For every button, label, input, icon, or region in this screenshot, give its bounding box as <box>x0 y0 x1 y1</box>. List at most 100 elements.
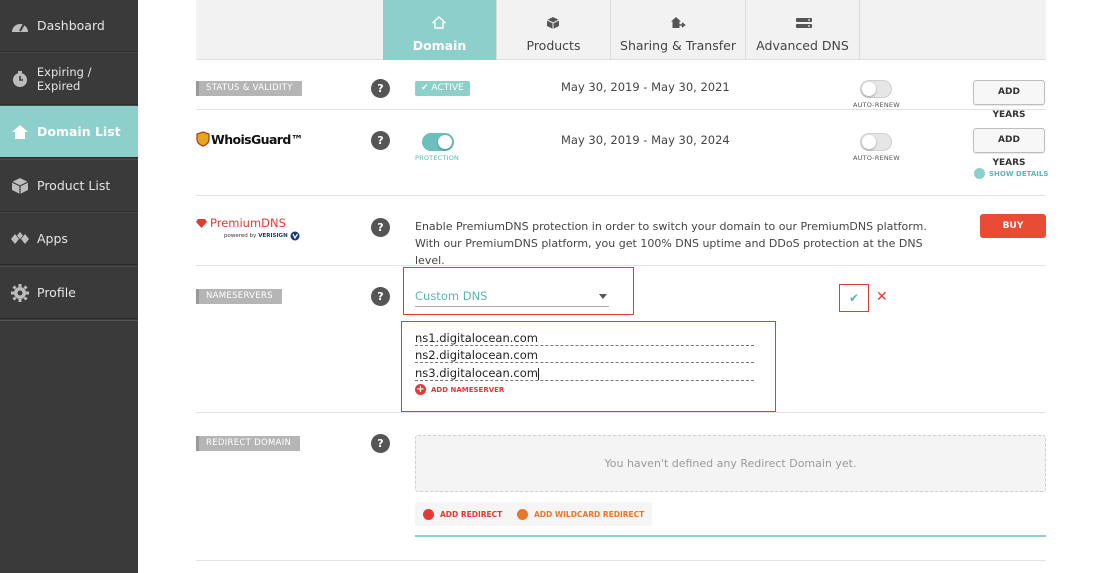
tab-label: Advanced DNS <box>756 37 849 53</box>
row-divider <box>196 265 1046 266</box>
help-icon[interactable]: ? <box>371 218 390 237</box>
sidebar-item-domain-list[interactable]: Domain List <box>0 105 146 158</box>
home-icon <box>9 121 31 143</box>
status-badge-text: ACTIVE <box>431 83 464 93</box>
protection-caption: PROTECTION <box>415 154 460 162</box>
plus-circle-icon: + <box>415 384 426 395</box>
domain-validity-dates: May 30, 2019 - May 30, 2021 <box>561 80 730 94</box>
server-icon <box>795 16 812 32</box>
description-line: Enable PremiumDNS protection in order to… <box>415 220 927 233</box>
tab-label: Sharing & Transfer <box>620 37 736 53</box>
check-icon: ✔ <box>848 291 860 305</box>
sidebar-item-expiring[interactable]: Expiring / Expired <box>0 52 138 105</box>
nameserver-type-select[interactable]: Custom DNS <box>415 289 609 307</box>
tab-domain[interactable]: Domain <box>383 0 497 60</box>
empty-state-text: You haven't defined any Redirect Domain … <box>604 457 857 470</box>
row-divider <box>196 195 1046 196</box>
check-icon: ✔ <box>421 83 432 93</box>
whoisguard-logo: WhoisGuard™ <box>196 131 303 147</box>
chevron-down-icon <box>599 294 607 299</box>
add-redirect-text: ADD REDIRECT <box>440 509 503 519</box>
verisign-check-icon <box>290 231 300 241</box>
confirm-nameservers-button[interactable]: ✔ <box>839 284 869 312</box>
cancel-nameservers-button[interactable]: ✕ <box>876 289 888 305</box>
sidebar-item-label: Domain List <box>37 124 121 139</box>
powered-by-text: powered by <box>224 233 257 239</box>
sidebar-item-profile[interactable]: Profile <box>0 266 138 319</box>
whoisguard-validity-dates: May 30, 2019 - May 30, 2024 <box>561 133 730 147</box>
toggle-knob <box>438 135 452 149</box>
row-divider <box>196 109 1046 110</box>
sidebar-item-apps[interactable]: Apps <box>0 212 138 265</box>
sidebar-item-label: Product List <box>37 178 111 193</box>
verisign-text: VERISIGN <box>258 233 288 239</box>
status-validity-label: STATUS & VALIDITY <box>196 81 302 96</box>
home-icon <box>430 15 448 32</box>
transfer-icon <box>670 16 686 32</box>
sidebar-item-product-list[interactable]: Product List <box>0 159 138 212</box>
row-divider <box>196 412 1046 413</box>
show-details-link[interactable]: SHOW DETAILS <box>974 168 1048 179</box>
sidebar-item-label: Expiring / Expired <box>36 64 92 93</box>
help-icon[interactable]: ? <box>371 131 390 150</box>
add-wildcard-redirect-text: ADD WILDCARD REDIRECT <box>534 509 645 519</box>
gear-icon <box>9 282 31 304</box>
box-icon <box>9 175 31 197</box>
row-divider <box>196 560 1046 561</box>
dashboard-icon <box>9 15 31 37</box>
section-accent-line <box>415 535 1046 537</box>
status-badge: ✔ ACTIVE <box>415 81 470 96</box>
whoisguard-auto-renew-toggle[interactable] <box>860 133 892 151</box>
add-nameserver-text: ADD NAMESERVER <box>431 385 505 394</box>
help-icon[interactable]: ? <box>371 434 390 453</box>
sidebar-item-label: Profile <box>37 285 76 300</box>
nameserver-input-2[interactable]: ns2.digitalocean.com <box>415 347 754 363</box>
auto-renew-caption: AUTO-RENEW <box>853 101 900 109</box>
infinity-icon <box>517 508 528 520</box>
tab-products[interactable]: Products <box>497 0 611 60</box>
clock-icon <box>9 68 31 90</box>
add-nameserver-button[interactable]: + ADD NAMESERVER <box>415 384 504 395</box>
premiumdns-logo-text: PremiumDNS <box>210 216 286 230</box>
text-cursor <box>537 367 539 380</box>
select-value: Custom DNS <box>415 289 488 303</box>
sidebar-item-label: Apps <box>37 231 68 246</box>
sidebar-item-dashboard[interactable]: Dashboard <box>0 0 138 52</box>
add-wildcard-redirect-button[interactable]: ADD WILDCARD REDIRECT <box>509 502 653 526</box>
auto-renew-toggle[interactable] <box>860 80 892 98</box>
plus-circle-icon <box>423 508 434 520</box>
buy-now-button[interactable]: BUY NOW <box>980 214 1046 255</box>
nameserver-input-1[interactable]: ns1.digitalocean.com <box>415 330 754 346</box>
tab-sharing-transfer[interactable]: Sharing & Transfer <box>611 0 746 60</box>
box-icon <box>546 16 562 32</box>
help-icon[interactable]: ? <box>371 79 390 98</box>
tab-label: Domain <box>412 37 467 53</box>
whoisguard-protection-toggle[interactable] <box>422 133 454 151</box>
nameservers-label: NAMESERVERS <box>196 289 282 304</box>
sidebar-divider <box>0 320 138 321</box>
nameserver-input-3[interactable]: ns3.digitalocean.com <box>415 365 754 381</box>
whoisguard-shield-icon <box>196 131 210 147</box>
add-redirect-button[interactable]: ADD REDIRECT <box>415 502 511 526</box>
toggle-knob <box>862 82 876 96</box>
tab-advanced-dns[interactable]: Advanced DNS <box>746 0 860 60</box>
tab-bar: Domain Products Sharing & Transfer Advan… <box>196 0 1046 60</box>
sidebar-item-label: Dashboard <box>37 18 105 33</box>
sidebar: Dashboard Expiring / Expired Domain List… <box>0 0 146 573</box>
redirect-empty-state: You haven't defined any Redirect Domain … <box>415 435 1046 492</box>
help-icon[interactable]: ? <box>371 287 390 306</box>
diamond-icon <box>196 218 207 228</box>
add-years-button[interactable]: ADD YEARS <box>973 80 1045 120</box>
main-content: Domain Products Sharing & Transfer Advan… <box>138 0 1104 573</box>
description-line: With our PremiumDNS platform, you get 10… <box>415 237 923 267</box>
add-years-button[interactable]: ADD YEARS <box>973 128 1045 168</box>
info-dot-icon <box>974 168 985 179</box>
apps-icon <box>9 228 31 250</box>
show-details-text: SHOW DETAILS <box>989 169 1049 178</box>
redirect-domain-label: REDIRECT DOMAIN <box>196 436 301 451</box>
toggle-knob <box>862 135 876 149</box>
nameserver-input-value: ns3.digitalocean.com <box>415 366 538 380</box>
tab-label: Products <box>526 37 581 53</box>
auto-renew-caption: AUTO-RENEW <box>853 154 900 162</box>
whoisguard-logo-text: WhoisGuard™ <box>211 131 303 147</box>
